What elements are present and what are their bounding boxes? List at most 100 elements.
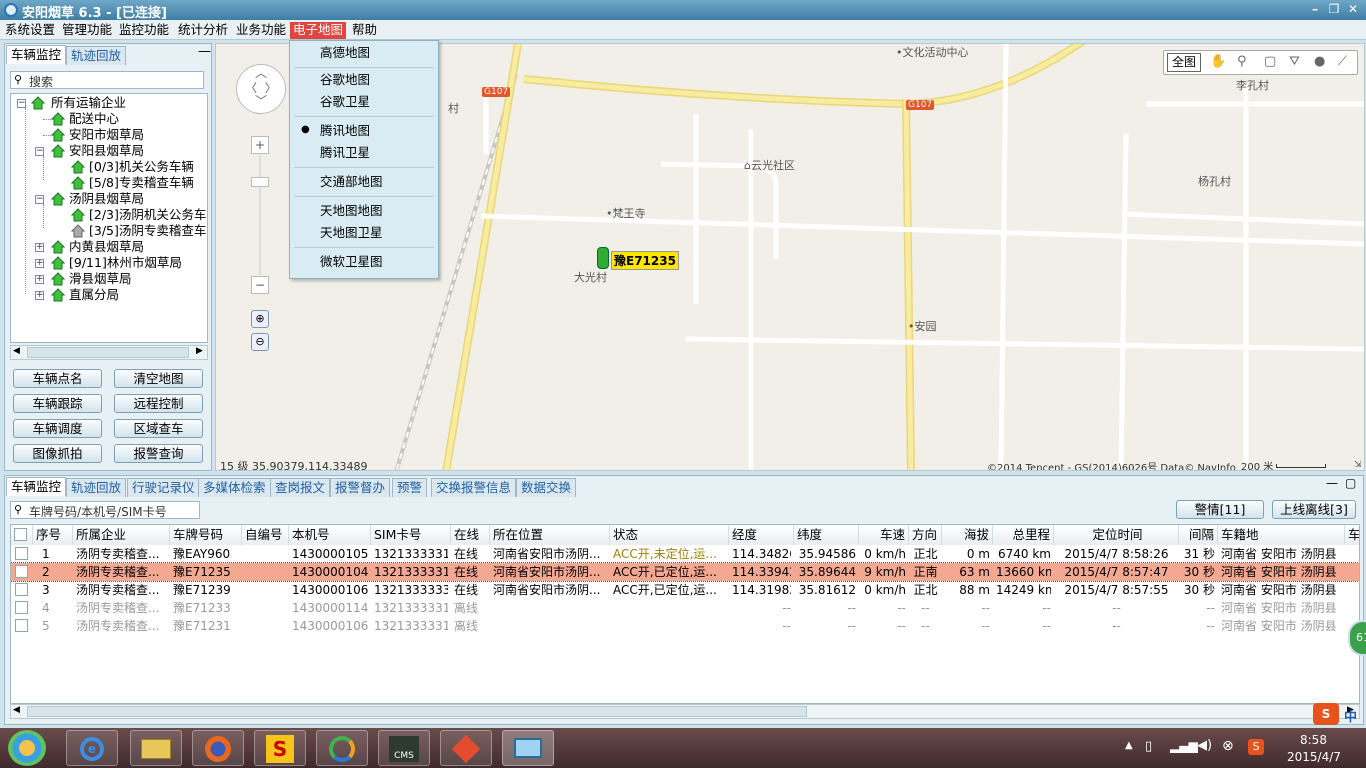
tab-driving-recorder[interactable]: 行驶记录仪 — [127, 478, 200, 497]
scroll-left-icon[interactable]: ◀ — [13, 705, 20, 715]
col-mileage[interactable]: 总里程 — [993, 525, 1054, 545]
tray-expand-icon[interactable]: ▲ — [1125, 740, 1133, 751]
col-status[interactable]: 状态 — [610, 525, 729, 545]
expand-icon[interactable]: + — [35, 275, 44, 284]
row-checkbox[interactable] — [15, 583, 28, 596]
tray-close-icon[interactable]: ⊗ — [1222, 738, 1234, 754]
col-region[interactable]: 车籍地 — [1218, 525, 1345, 545]
panel-minimize-icon[interactable]: — — [1326, 476, 1338, 490]
col-lng[interactable]: 经度 — [729, 525, 794, 545]
scroll-right-icon[interactable]: ▶ — [196, 346, 203, 356]
explorer-taskbar-icon[interactable] — [130, 730, 182, 766]
tray-device-icon[interactable]: ▯ — [1145, 739, 1152, 754]
tab-check-message[interactable]: 查岗报文 — [270, 478, 331, 497]
tab-vehicle-monitor-list[interactable]: 车辆监控 — [6, 477, 67, 496]
scroll-left-icon[interactable]: ◀ — [13, 346, 20, 356]
zoom-slider-track[interactable] — [259, 155, 261, 275]
col-altitude[interactable]: 海拔 — [942, 525, 993, 545]
tab-exchange-alarm[interactable]: 交换报警信息 — [431, 478, 517, 497]
menu-help[interactable]: 帮助 — [349, 22, 380, 39]
select-all-checkbox[interactable] — [14, 528, 27, 541]
col-sim[interactable]: SIM卡号 — [371, 525, 451, 545]
expand-icon[interactable]: − — [35, 147, 44, 156]
tree-search-input[interactable]: ⚲ 搜索 — [10, 71, 204, 89]
col-direction[interactable]: 方向 — [909, 525, 942, 545]
tree-node-linzhou[interactable]: [9/11]林州市烟草局 — [69, 255, 182, 271]
table-row[interactable]: 4 汤阴专卖稽查... 豫E71233 14300001140 13213333314 离… — [11, 599, 1359, 617]
col-company[interactable]: 所属企业 — [73, 525, 170, 545]
expand-icon[interactable]: + — [35, 259, 44, 268]
polygon-icon[interactable]: ⛛ — [1289, 54, 1300, 69]
menu-system[interactable]: 系统设置 — [2, 22, 58, 39]
tree-node-all[interactable]: 所有运输企业 — [51, 95, 126, 111]
tree-node-anyang-city[interactable]: 安阳市烟草局 — [69, 127, 144, 143]
menu-item-tianditu-map[interactable]: 天地图地图 — [320, 202, 383, 220]
expand-icon[interactable]: + — [35, 291, 44, 300]
menu-item-google-sat[interactable]: 谷歌卫星 — [320, 93, 370, 111]
vehicle-label[interactable]: 豫E71235 — [611, 251, 679, 270]
online-offline-button[interactable]: 上线离线[3] — [1272, 500, 1356, 519]
tree-node-direct[interactable]: 直属分局 — [69, 287, 119, 303]
vehicle-rollcall-button[interactable]: 车辆点名 — [13, 369, 102, 388]
tab-track-playback-list[interactable]: 轨迹回放 — [66, 478, 127, 497]
col-location[interactable]: 所在位置 — [490, 525, 610, 545]
col-interval[interactable]: 间隔 — [1179, 525, 1218, 545]
network-icon[interactable]: ▂▄▆ — [1170, 739, 1198, 753]
menu-item-amap[interactable]: 高德地图 — [320, 44, 370, 62]
clock-date[interactable]: 2015/4/7 — [1287, 750, 1341, 764]
menu-business[interactable]: 业务功能 — [233, 22, 289, 39]
zoom-slider-thumb[interactable] — [251, 177, 269, 187]
collapse-icon[interactable]: — — [198, 44, 211, 59]
alarm-count-button[interactable]: 警情[11] — [1176, 500, 1264, 519]
firefox-taskbar-icon[interactable] — [192, 730, 244, 766]
tab-track-playback[interactable]: 轨迹回放 — [66, 46, 127, 65]
row-checkbox[interactable] — [15, 619, 28, 632]
resize-grip-icon[interactable]: ⇲ — [1354, 460, 1362, 470]
table-row[interactable]: 3 汤阴专卖稽查... 豫E71239 14300001064 13213333339 在… — [11, 581, 1359, 599]
git-taskbar-icon[interactable] — [440, 730, 492, 766]
table-row[interactable]: 2 汤阴专卖稽查... 豫E71235 14300001047 13213333312 在… — [11, 562, 1359, 582]
zoom-out-icon[interactable]: − — [251, 276, 269, 294]
tree-node-tangyin-official[interactable]: [2/3]汤阴机关公务车辆 — [89, 207, 207, 223]
row-checkbox[interactable] — [15, 547, 28, 560]
vehicle-marker-icon[interactable] — [597, 247, 609, 269]
vehicle-dispatch-button[interactable]: 车辆调度 — [13, 419, 102, 438]
scroll-thumb[interactable] — [27, 347, 189, 358]
zoom-in-icon[interactable]: + — [251, 136, 269, 154]
rectangle-icon[interactable]: ▢ — [1264, 54, 1276, 69]
col-time[interactable]: 定位时间 — [1054, 525, 1179, 545]
menu-item-tencent-sat[interactable]: 腾讯卫星 — [320, 144, 370, 162]
col-lat[interactable]: 纬度 — [794, 525, 859, 545]
col-plate[interactable]: 车牌号码 — [170, 525, 242, 545]
clear-map-button[interactable]: 清空地图 — [114, 369, 203, 388]
pan-hand-icon[interactable]: ✋ — [1210, 54, 1226, 69]
magnify-out-icon[interactable]: ⊖ — [251, 333, 269, 351]
scroll-thumb[interactable] — [27, 706, 807, 717]
menu-item-google-map[interactable]: 谷歌地图 — [320, 71, 370, 89]
tree-node-huaxian[interactable]: 滑县烟草局 — [69, 271, 132, 287]
vehicle-search-input[interactable]: ⚲ 车牌号码/本机号/SIM卡号 — [10, 501, 200, 519]
menu-item-tencent-map[interactable]: 腾讯地图 — [320, 122, 370, 140]
clock-time[interactable]: 8:58 — [1300, 733, 1327, 747]
tree-node-tangyin-inspection[interactable]: [3/5]汤阴专卖稽查车辆 — [89, 223, 207, 239]
pan-control[interactable]: ︿ 〈 〉 ﹀ — [236, 64, 286, 114]
area-search-button[interactable]: 区域查车 — [114, 419, 203, 438]
table-horizontal-scrollbar[interactable]: ◀ ▶ — [10, 704, 1360, 719]
volume-icon[interactable]: ◀) — [1197, 738, 1212, 753]
image-capture-button[interactable]: 图像抓拍 — [13, 444, 102, 463]
app-taskbar-icon[interactable] — [502, 730, 554, 766]
pin-icon[interactable]: ⚲ — [1237, 54, 1247, 69]
start-button-icon[interactable] — [8, 730, 46, 766]
menu-stats[interactable]: 统计分析 — [175, 22, 231, 39]
menu-item-tianditu-sat[interactable]: 天地图卫星 — [320, 224, 383, 242]
ime-mode[interactable]: 中 — [1344, 706, 1357, 725]
col-selfno[interactable]: 自编号 — [242, 525, 289, 545]
full-map-button[interactable]: 全图 — [1167, 53, 1202, 72]
ime-logo-icon[interactable]: S — [1313, 703, 1339, 725]
col-index[interactable]: 序号 — [33, 525, 73, 545]
restore-icon[interactable]: ❐ — [1325, 1, 1343, 17]
tray-sogou-icon[interactable]: S — [1248, 739, 1264, 755]
float-badge[interactable]: 61 — [1348, 620, 1366, 656]
tree-horizontal-scrollbar[interactable]: ◀ ▶ — [10, 345, 208, 360]
tab-alarm-supervise[interactable]: 报警督办 — [330, 478, 391, 497]
